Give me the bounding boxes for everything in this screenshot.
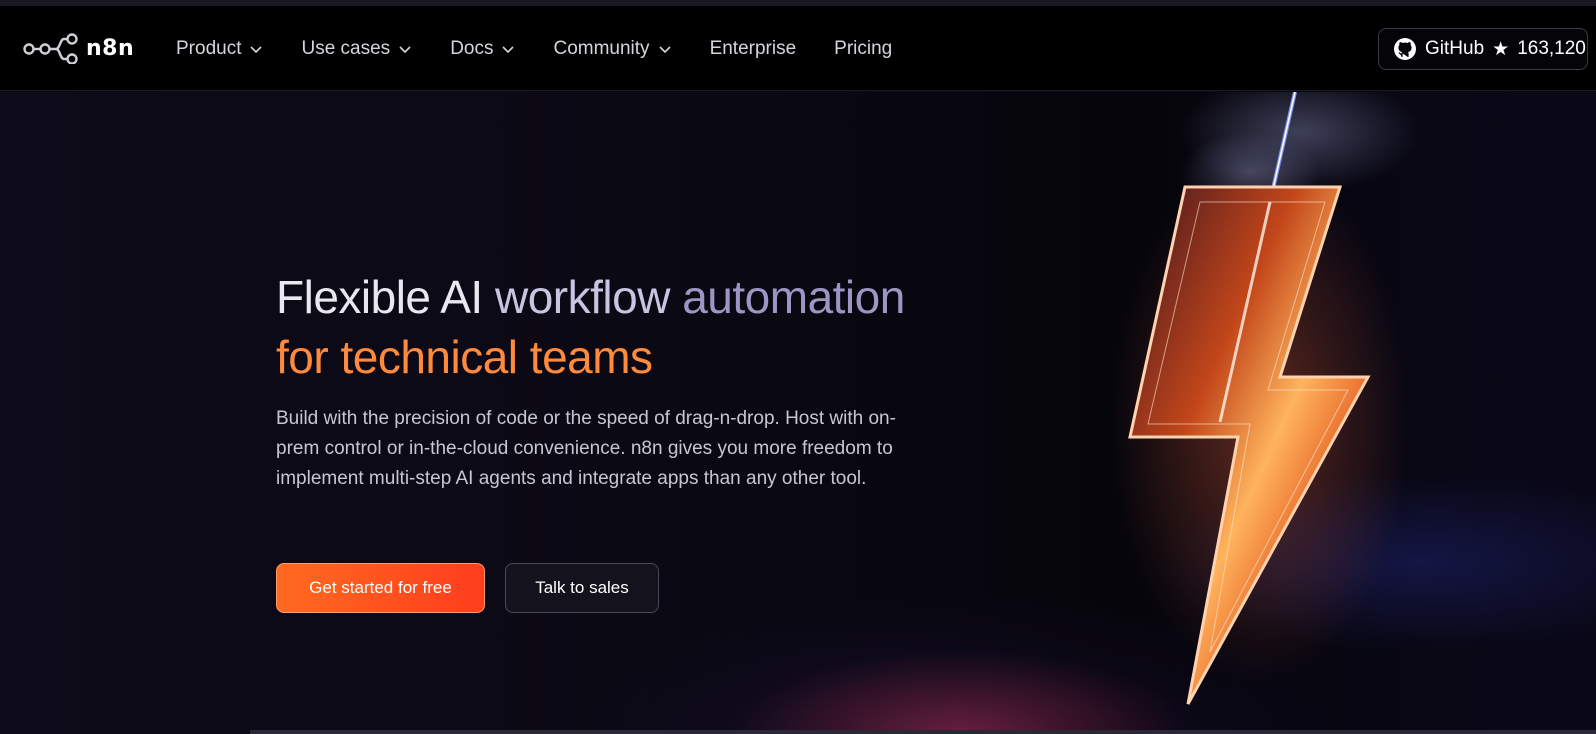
nav-item-docs[interactable]: Docs (450, 38, 515, 60)
nav-item-label: Docs (450, 37, 494, 59)
hero-section: Flexible AI workflow automation for tech… (0, 92, 1596, 734)
nav-item-label: Use cases (301, 37, 391, 59)
github-label: GitHub (1425, 38, 1485, 59)
nav-menu: Product Use cases Docs Community Enterpr… (176, 6, 930, 91)
nav-item-product[interactable]: Product (176, 38, 263, 60)
github-button[interactable]: GitHub ★ 163,120 (1378, 28, 1588, 70)
top-navbar: n8n Product Use cases Docs Community Ent… (0, 6, 1596, 91)
nav-item-community[interactable]: Community (553, 38, 671, 60)
nav-item-enterprise[interactable]: Enterprise (710, 38, 797, 60)
chevron-down-icon (502, 45, 515, 53)
star-icon: ★ (1492, 38, 1510, 60)
nav-item-label: Community (553, 37, 650, 59)
talk-to-sales-button[interactable]: Talk to sales (505, 563, 659, 613)
chevron-down-icon (399, 45, 411, 53)
github-star-count: 163,120 (1517, 38, 1586, 59)
nav-item-label: Enterprise (709, 37, 797, 59)
hero-title-part2: workflow (495, 271, 683, 323)
logo[interactable]: n8n (22, 32, 134, 64)
nav-item-pricing[interactable]: Pricing (834, 38, 892, 60)
hero-subtitle: Build with the precision of code or the … (276, 408, 896, 489)
hero-title-line2: for technical teams (276, 331, 653, 383)
nav-item-use-cases[interactable]: Use cases (301, 38, 412, 60)
hero-title-part1: Flexible AI (276, 271, 495, 323)
chevron-down-icon (658, 45, 671, 53)
nav-item-label: Product (176, 37, 242, 59)
hero-title: Flexible AI workflow automation for tech… (276, 267, 1036, 387)
hero-title-part3: automation (682, 271, 905, 323)
n8n-logo-icon (23, 33, 78, 64)
github-icon (1394, 38, 1416, 60)
get-started-button[interactable]: Get started for free (276, 563, 485, 613)
logo-text: n8n (86, 35, 135, 61)
bottom-divider (250, 730, 1596, 734)
lightning-bolt-icon (1110, 92, 1420, 705)
chevron-down-icon (250, 45, 263, 53)
nav-item-label: Pricing (834, 37, 893, 59)
